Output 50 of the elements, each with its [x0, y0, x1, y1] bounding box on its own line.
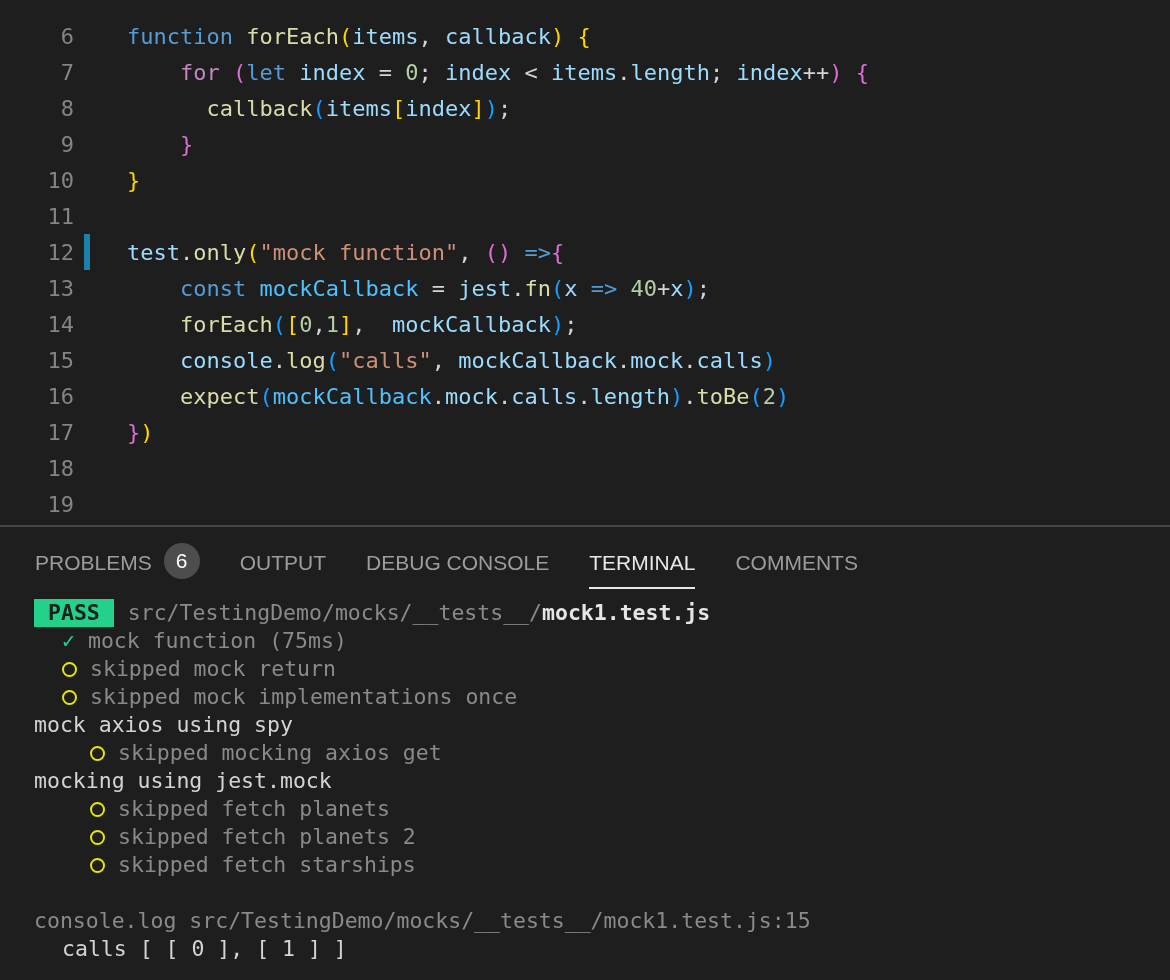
console-output: calls [ [ 0 ], [ 1 ] ]: [62, 935, 347, 963]
test-group-title: mocking using jest.mock: [34, 767, 332, 795]
circle-icon: [90, 801, 105, 817]
test-result: skipped mocking axios get: [118, 739, 442, 767]
test-result: skipped fetch planets 2: [118, 823, 416, 851]
circle-icon: [62, 661, 77, 677]
line-number: 16: [47, 382, 75, 411]
code-line: callback(items[index]);: [205, 94, 512, 123]
code-line: expect(mockCallback.mock.calls.length).toBe(2): [178, 382, 790, 411]
code-line: }: [127, 166, 141, 195]
line-number: 18: [47, 454, 75, 483]
code-line: forEach([0,1], mockCallback);: [178, 310, 578, 339]
line-number: 6: [60, 22, 75, 51]
circle-icon: [90, 829, 105, 845]
circle-icon: [90, 745, 105, 761]
count-badge: 6: [163, 543, 200, 579]
code-line: console.log("calls", mockCallback.mock.calls): [178, 346, 777, 375]
check-mark: ✓: [62, 627, 75, 655]
panel-tab[interactable]: COMMENTS: [735, 547, 858, 589]
code-line: }): [127, 418, 154, 447]
code-line: }: [178, 130, 194, 159]
console-source: console.log src/TestingDemo/mocks/__tests__/mock1.test.js:15: [34, 907, 811, 935]
test-result: skipped mock implementations once: [90, 683, 518, 711]
code-line: const mockCallback = jest.fn(x => 40+x);: [178, 274, 710, 303]
code-line: for (let index = 0; index < items.length; index++) {: [178, 58, 869, 87]
code-line: test.only("mock function", () =>{: [127, 238, 565, 267]
line-number: 11: [47, 202, 75, 231]
test-file-path: src/TestingDemo/mocks/__tests__/mock1.test.js: [127, 599, 711, 627]
test-result: skipped mock return: [90, 655, 336, 683]
test-result: skipped fetch planets: [118, 795, 390, 823]
panel-tab[interactable]: DEBUG CONSOLE: [366, 547, 550, 589]
circle-icon: [62, 689, 77, 705]
line-number: 13: [47, 274, 75, 303]
circle-icon: [90, 857, 105, 873]
line-number: 8: [60, 94, 75, 123]
line-number: 10: [47, 166, 75, 195]
line-number: 12: [47, 238, 75, 267]
test-result: skipped fetch starships: [118, 851, 416, 879]
line-number: 15: [47, 346, 75, 375]
line-number: 19: [47, 490, 75, 519]
line-number: 14: [47, 310, 75, 339]
test-result: mock function (75ms): [87, 627, 347, 655]
line-number: 17: [47, 418, 75, 447]
test-group-title: mock axios using spy: [34, 711, 293, 739]
panel-tab[interactable]: TERMINAL: [589, 547, 696, 589]
line-number: 9: [60, 130, 75, 159]
panel-tab[interactable]: OUTPUT: [239, 547, 327, 589]
pass-label: PASS: [34, 599, 114, 627]
line-number: 7: [60, 58, 75, 87]
code-line: function forEach(items, callback) {: [127, 22, 591, 51]
